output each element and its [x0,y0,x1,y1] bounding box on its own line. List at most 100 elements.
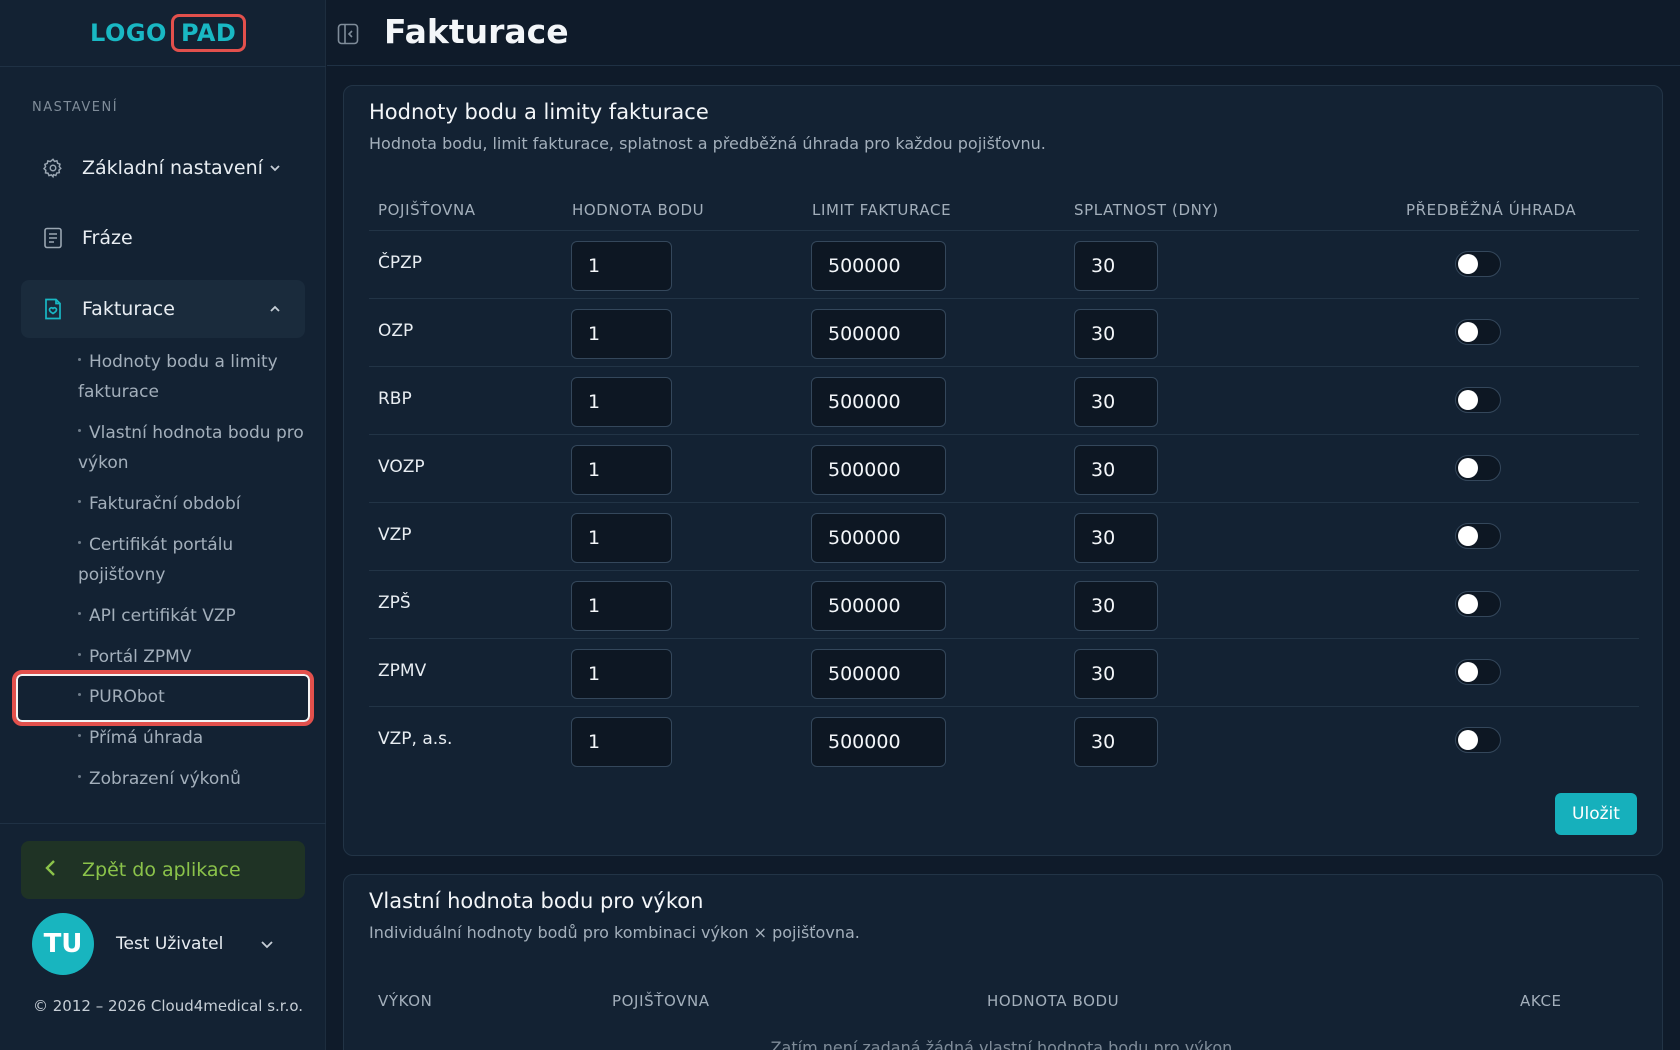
subnav-label: Přímá úhrada [89,728,204,748]
prepayment-toggle[interactable] [1455,455,1501,481]
logo[interactable]: LOGO PAD [90,12,247,54]
sidebar-item-invoicing[interactable]: Fakturace [21,280,305,338]
insurer-name: VOZP [378,457,425,477]
table-row: VOZP 1 500000 30 [369,434,1639,502]
user-name: Test Uživatel [116,934,224,954]
bullet-icon [78,499,81,503]
due-days-input[interactable]: 30 [1074,717,1158,767]
logo-text-right: PAD [170,14,247,52]
col-header-prepayment: PŘEDBĚŽNÁ ÚHRADA [1406,201,1577,219]
invoice-icon [41,297,65,321]
point-value-input[interactable]: 1 [571,241,672,291]
insurer-name: ZPŠ [378,593,411,613]
due-days-input[interactable]: 30 [1074,309,1158,359]
back-to-app-button[interactable]: Zpět do aplikace [21,841,305,899]
subnav-label: Zobrazení výkonů [89,769,241,789]
sidebar: LOGO PAD NASTAVENÍ Základní nastavení Fr… [0,0,326,1050]
billing-limit-input[interactable]: 500000 [811,445,946,495]
insurer-name: RBP [378,389,412,409]
point-value-input[interactable]: 1 [571,377,672,427]
avatar: TU [32,913,94,975]
table-row: OZP 1 500000 30 [369,298,1639,366]
prepayment-toggle[interactable] [1455,659,1501,685]
insurer-name: ZPMV [378,661,427,681]
subnav-portal-zpmv[interactable]: Portál ZPMV [78,642,306,672]
toggle-knob [1458,458,1478,478]
card-title: Vlastní hodnota bodu pro výkon [369,889,704,913]
point-value-input[interactable]: 1 [571,445,672,495]
table-row: ZPMV 1 500000 30 [369,638,1639,706]
col-header-insurer: POJIŠŤOVNA [378,201,476,219]
due-days-input[interactable]: 30 [1074,241,1158,291]
subnav-point-values[interactable]: Hodnoty bodu a limity fakturace [78,347,306,407]
toggle-knob [1458,594,1478,614]
copyright: © 2012 – 2026 Cloud4medical s.r.o. [33,997,304,1015]
table-row: RBP 1 500000 30 [369,366,1639,434]
divider [0,823,326,824]
insurer-name: VZP, a.s. [378,729,453,749]
due-days-input[interactable]: 30 [1074,377,1158,427]
prepayment-toggle[interactable] [1455,727,1501,753]
insurer-name: ČPZP [378,253,423,273]
prepayment-toggle[interactable] [1455,591,1501,617]
due-days-input[interactable]: 30 [1074,445,1158,495]
billing-limit-input[interactable]: 500000 [811,581,946,631]
subnav-procedure-display[interactable]: Zobrazení výkonů [78,764,306,794]
billing-limit-input[interactable]: 500000 [811,513,946,563]
toggle-knob [1458,322,1478,342]
col-header-due-days: SPLATNOST (DNY) [1074,201,1219,219]
save-button[interactable]: Uložit [1555,793,1637,835]
sidebar-collapse-icon[interactable] [337,23,359,45]
user-menu[interactable]: TU Test Uživatel [32,912,312,976]
toggle-knob [1458,526,1478,546]
table-row: VZP, a.s. 1 500000 30 [369,706,1639,774]
section-label: NASTAVENÍ [32,100,119,115]
card-subtitle: Hodnota bodu, limit fakturace, splatnost… [369,134,1046,153]
bullet-icon [78,357,81,361]
subnav-billing-period[interactable]: Fakturační období [78,489,306,519]
insurer-name: OZP [378,321,414,341]
toggle-knob [1458,390,1478,410]
prepayment-toggle[interactable] [1455,523,1501,549]
prepayment-toggle[interactable] [1455,251,1501,277]
due-days-input[interactable]: 30 [1074,649,1158,699]
billing-limit-input[interactable]: 500000 [811,649,946,699]
bullet-icon [78,774,81,778]
gear-icon [41,156,65,180]
col-header-point-value: HODNOTA BODU [987,992,1120,1010]
due-days-input[interactable]: 30 [1074,581,1158,631]
billing-limit-input[interactable]: 500000 [811,377,946,427]
billing-limit-input[interactable]: 500000 [811,309,946,359]
col-header-actions: AKCE [1520,992,1562,1010]
chevron-down-icon [260,935,274,954]
point-value-input[interactable]: 1 [571,581,672,631]
point-value-input[interactable]: 1 [571,649,672,699]
billing-limit-input[interactable]: 500000 [811,241,946,291]
due-days-input[interactable]: 30 [1074,513,1158,563]
point-value-input[interactable]: 1 [571,513,672,563]
subnav-label: Fakturační období [89,494,241,514]
subnav-direct-payment[interactable]: Přímá úhrada [78,723,306,753]
prepayment-toggle[interactable] [1455,319,1501,345]
sidebar-item-label: Fakturace [82,298,175,320]
table-row: ČPZP 1 500000 30 [369,230,1639,298]
col-header-billing-limit: LIMIT FAKTURACE [812,201,952,219]
subnav-portal-certificate[interactable]: Certifikát portálu pojišťovny [78,530,306,590]
back-label: Zpět do aplikace [82,859,241,881]
page-title: Fakturace [384,12,569,51]
subnav-label: API certifikát VZP [89,606,236,626]
sidebar-item-basic-settings[interactable]: Základní nastavení [21,139,305,197]
subnav-api-certificate[interactable]: API certifikát VZP [78,601,306,631]
point-value-input[interactable]: 1 [571,309,672,359]
col-header-procedure: VÝKON [378,992,433,1010]
custom-point-value-card: Vlastní hodnota bodu pro výkon Individuá… [343,874,1663,1050]
sidebar-item-phrases[interactable]: Fráze [21,209,305,267]
subnav-label: Vlastní hodnota bodu pro výkon [78,423,304,473]
prepayment-toggle[interactable] [1455,387,1501,413]
subnav-custom-point-value[interactable]: Vlastní hodnota bodu pro výkon [78,418,306,478]
sidebar-item-label: Fráze [82,227,133,249]
billing-limit-input[interactable]: 500000 [811,717,946,767]
toggle-knob [1458,662,1478,682]
point-value-input[interactable]: 1 [571,717,672,767]
point-values-card: Hodnoty bodu a limity fakturace Hodnota … [343,85,1663,856]
